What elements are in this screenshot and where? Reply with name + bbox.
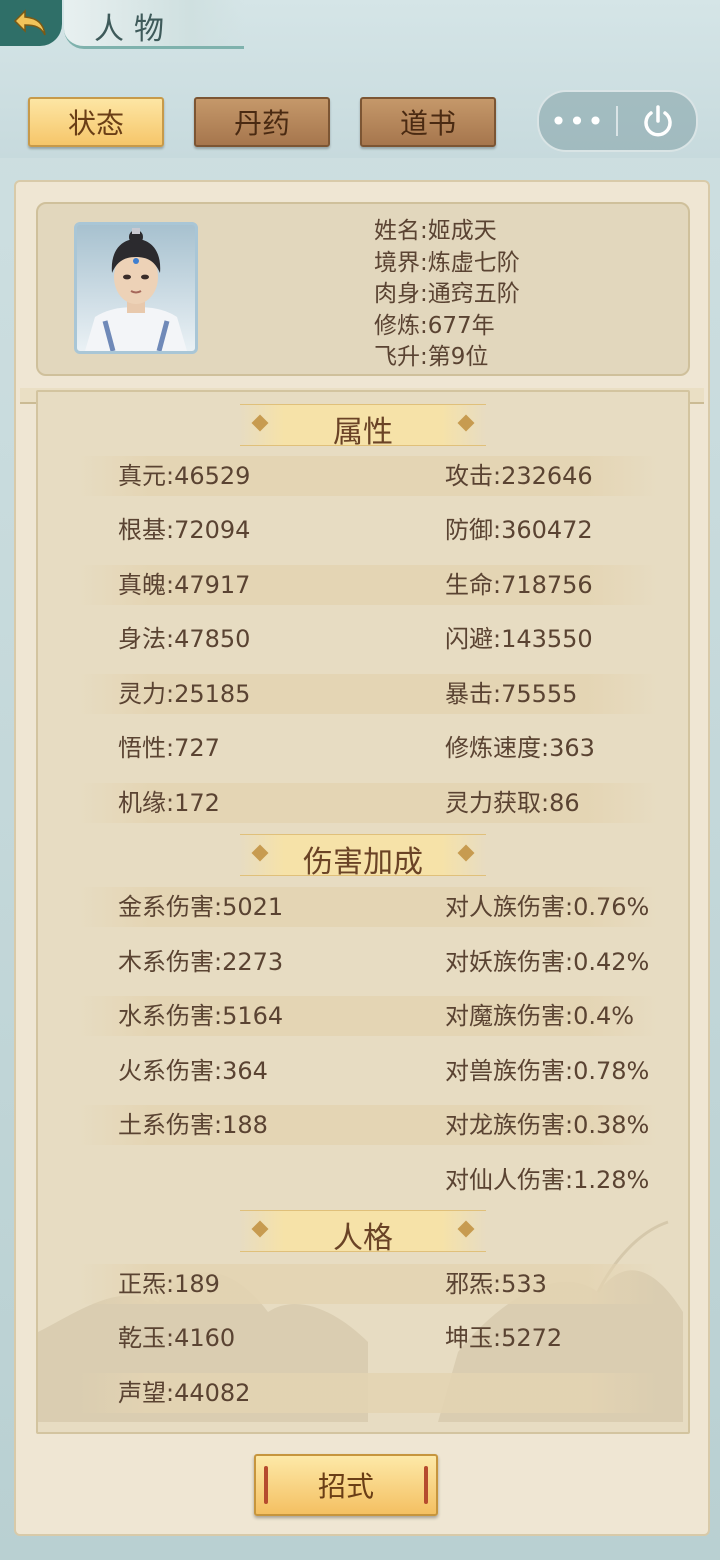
tab-status[interactable]: 状态: [28, 97, 164, 147]
stat-left: 乾玉:4160: [118, 1324, 236, 1352]
button-bar-decoration: [264, 1466, 268, 1504]
page-title: 人物: [94, 12, 174, 47]
stat-right: 闪避:143550: [445, 625, 593, 653]
stat-row: 身法:47850 闪避:143550: [78, 619, 658, 659]
stats-area[interactable]: 属性 真元:46529 攻击:232646 根基:72094 防御:360472…: [36, 390, 690, 1434]
stat-row: 对仙人伤害:1.28%: [78, 1160, 658, 1200]
section-header-attributes: 属性: [240, 404, 486, 450]
stat-left: 机缘:172: [118, 789, 220, 817]
stat-row: 悟性:727 修炼速度:363: [78, 728, 658, 768]
stat-row: 机缘:172 灵力获取:86: [78, 783, 658, 823]
stat-right: 邪炁:533: [445, 1270, 547, 1298]
stat-row: 根基:72094 防御:360472: [78, 510, 658, 550]
character-panel: 姓名:姬成天 境界:炼虚七阶 肉身:通窍五阶 修炼:677年 飞升:第9位 属性…: [14, 180, 710, 1536]
stat-row: 水系伤害:5164 对魔族伤害:0.4%: [78, 996, 658, 1036]
stat-row: 灵力:25185 暴击:75555: [78, 674, 658, 714]
stat-right: 对魔族伤害:0.4%: [445, 1002, 635, 1030]
system-capsule: •••: [537, 90, 698, 152]
stat-left: 真元:46529: [118, 462, 251, 490]
stat-row: 金系伤害:5021 对人族伤害:0.76%: [78, 887, 658, 927]
stat-right: 对人族伤害:0.76%: [445, 893, 650, 921]
stat-left: 土系伤害:188: [118, 1111, 268, 1139]
stat-row: 声望:44082: [78, 1373, 658, 1413]
stat-left: 根基:72094: [118, 516, 251, 544]
realm-line: 境界:炼虚七阶: [374, 249, 520, 276]
section-title: 属性: [333, 415, 393, 450]
section-title: 伤害加成: [303, 845, 423, 880]
more-button[interactable]: •••: [539, 92, 617, 150]
stat-right: 攻击:232646: [445, 462, 593, 490]
top-bar: 人物 状态 丹药 道书 •••: [0, 0, 720, 158]
stat-left: 真魄:47917: [118, 571, 251, 599]
stat-right: 灵力获取:86: [445, 789, 580, 817]
power-icon: [643, 105, 672, 137]
tab-pills[interactable]: 丹药: [194, 97, 330, 147]
stat-right: 对兽族伤害:0.78%: [445, 1057, 650, 1085]
close-button[interactable]: [619, 92, 696, 150]
capsule-divider: [616, 106, 618, 136]
stat-row: 土系伤害:188 对龙族伤害:0.38%: [78, 1105, 658, 1145]
cultivation-line: 修炼:677年: [374, 312, 495, 339]
stat-left: 身法:47850: [118, 625, 251, 653]
skills-button[interactable]: 招式: [254, 1454, 438, 1516]
stat-right: 对仙人伤害:1.28%: [445, 1166, 650, 1194]
stat-left: 悟性:727: [118, 734, 220, 762]
avatar[interactable]: [74, 222, 198, 354]
stat-row: 火系伤害:364 对兽族伤害:0.78%: [78, 1051, 658, 1091]
skills-button-label: 招式: [317, 1470, 374, 1503]
stat-left: 火系伤害:364: [118, 1057, 268, 1085]
back-arrow-icon: [13, 9, 46, 36]
stat-right: 生命:718756: [445, 571, 593, 599]
stat-right: 修炼速度:363: [445, 734, 595, 762]
section-header-damage: 伤害加成: [240, 834, 486, 880]
stat-left: 金系伤害:5021: [118, 893, 284, 921]
profile-info: 姓名:姬成天 境界:炼虚七阶 肉身:通窍五阶 修炼:677年 飞升:第9位: [374, 216, 520, 374]
stat-left: 正炁:189: [118, 1270, 220, 1298]
stat-left: 声望:44082: [118, 1379, 251, 1407]
button-bar-decoration: [424, 1466, 428, 1504]
character-portrait-icon: [85, 228, 187, 351]
section-header-personality: 人格: [240, 1210, 486, 1256]
stat-right: 防御:360472: [445, 516, 593, 544]
body-line: 肉身:通窍五阶: [374, 281, 520, 307]
stat-left: 水系伤害:5164: [118, 1002, 284, 1030]
stat-right: 暴击:75555: [445, 680, 578, 708]
stat-left: 灵力:25185: [118, 680, 251, 708]
back-button[interactable]: [0, 0, 62, 46]
stat-row: 木系伤害:2273 对妖族伤害:0.42%: [78, 942, 658, 982]
stat-row: 真元:46529 攻击:232646: [78, 456, 658, 496]
section-title: 人格: [333, 1221, 393, 1256]
stat-row: 乾玉:4160 坤玉:5272: [78, 1318, 658, 1358]
ascension-line: 飞升:第9位: [374, 344, 489, 370]
stat-row: 真魄:47917 生命:718756: [78, 565, 658, 605]
stat-right: 对妖族伤害:0.42%: [445, 948, 650, 976]
profile-card: 姓名:姬成天 境界:炼虚七阶 肉身:通窍五阶 修炼:677年 飞升:第9位: [36, 202, 690, 376]
stat-left: 木系伤害:2273: [118, 948, 284, 976]
name-line: 姓名:姬成天: [374, 218, 497, 244]
tab-daoshu[interactable]: 道书: [360, 97, 496, 147]
stat-right: 对龙族伤害:0.38%: [445, 1111, 650, 1139]
stat-row: 正炁:189 邪炁:533: [78, 1264, 658, 1304]
stat-right: 坤玉:5272: [445, 1324, 563, 1352]
